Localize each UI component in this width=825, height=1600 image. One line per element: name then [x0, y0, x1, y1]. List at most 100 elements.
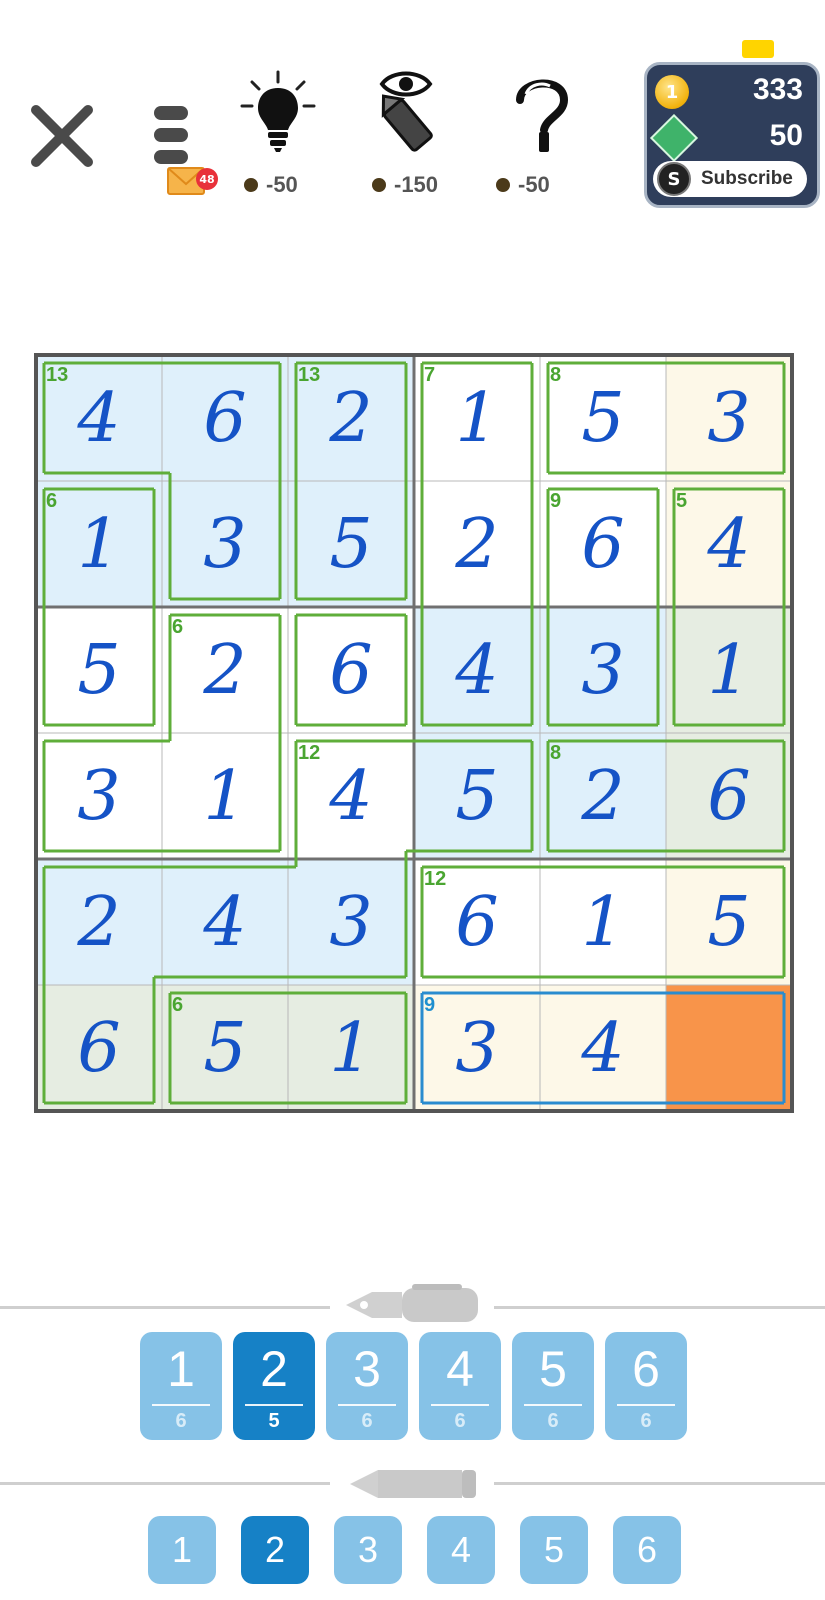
pen-key-divider: [338, 1404, 396, 1406]
pencil-key-1[interactable]: 1: [148, 1516, 216, 1584]
cell-2-2[interactable]: [288, 607, 414, 733]
mail-button[interactable]: [166, 164, 226, 208]
pen-key-3[interactable]: 36: [326, 1332, 408, 1440]
pencil-mode-icon: [350, 1470, 476, 1498]
cell-1-1[interactable]: [162, 481, 288, 607]
pencil-key-6[interactable]: 6: [613, 1516, 681, 1584]
cell-4-5[interactable]: [666, 859, 792, 985]
cell-4-0[interactable]: [36, 859, 162, 985]
cell-3-3[interactable]: [414, 733, 540, 859]
question-magnifier-icon: [516, 79, 569, 152]
pen-key-4[interactable]: 46: [419, 1332, 501, 1440]
pen-key-remaining: 6: [640, 1410, 652, 1432]
cell-0-2[interactable]: [288, 355, 414, 481]
mail-count-badge: 48: [196, 168, 218, 190]
pen-key-1[interactable]: 16: [140, 1332, 222, 1440]
cell-2-0[interactable]: [36, 607, 162, 733]
reveal-cost: -150: [372, 172, 438, 198]
pen-key-2[interactable]: 25: [233, 1332, 315, 1440]
pencil-number-pad: 123456: [148, 1516, 681, 1584]
subscribe-button[interactable]: S Subscribe: [653, 161, 807, 197]
check-button[interactable]: [492, 68, 592, 158]
reveal-button[interactable]: [356, 68, 456, 158]
pen-key-remaining: 6: [454, 1410, 466, 1432]
pen-key-divider: [524, 1404, 582, 1406]
cell-4-3[interactable]: [414, 859, 540, 985]
pen-key-divider: [152, 1404, 210, 1406]
cell-1-0[interactable]: [36, 481, 162, 607]
cell-3-4[interactable]: [540, 733, 666, 859]
cell-0-5[interactable]: [666, 355, 792, 481]
wallet-panel: 1 333 50 S Subscribe: [644, 62, 820, 208]
cell-2-3[interactable]: [414, 607, 540, 733]
divider: [0, 1482, 330, 1485]
pencil-key-2[interactable]: 2: [241, 1516, 309, 1584]
cell-0-4[interactable]: [540, 355, 666, 481]
cell-5-2[interactable]: [288, 985, 414, 1111]
cell-5-1[interactable]: [162, 985, 288, 1111]
cell-3-2[interactable]: [288, 733, 414, 859]
subscribe-icon: S: [657, 162, 691, 196]
cell-3-0[interactable]: [36, 733, 162, 859]
pen-key-digit: 2: [260, 1341, 288, 1397]
coin-balance: 333: [752, 73, 803, 106]
cell-4-1[interactable]: [162, 859, 288, 985]
pen-key-divider: [431, 1404, 489, 1406]
subscribe-label: Subscribe: [701, 168, 793, 189]
cell-4-4[interactable]: [540, 859, 666, 985]
coin-dot-icon: [496, 178, 510, 192]
cell-5-5[interactable]: [666, 985, 792, 1111]
cell-5-4[interactable]: [540, 985, 666, 1111]
cell-1-2[interactable]: [288, 481, 414, 607]
pen-number-pad: 162536465666: [140, 1332, 687, 1440]
cell-1-3[interactable]: [414, 481, 540, 607]
divider: [494, 1306, 825, 1309]
cell-5-3[interactable]: [414, 985, 540, 1111]
close-icon: [31, 105, 93, 167]
board-grid: [34, 353, 794, 1113]
pencil-key-4[interactable]: 4: [427, 1516, 495, 1584]
pen-key-digit: 6: [632, 1341, 660, 1397]
pen-key-5[interactable]: 56: [512, 1332, 594, 1440]
divider: [0, 1306, 330, 1309]
cell-0-0[interactable]: [36, 355, 162, 481]
coin-dot-icon: [372, 178, 386, 192]
close-button[interactable]: [22, 96, 102, 176]
pen-key-remaining: 5: [268, 1410, 280, 1432]
lightbulb-icon: [240, 70, 316, 152]
pen-key-digit: 3: [353, 1341, 381, 1397]
pencil-key-3[interactable]: 3: [334, 1516, 402, 1584]
wallet-tab: [742, 40, 774, 58]
pencil-key-5[interactable]: 5: [520, 1516, 588, 1584]
cell-4-2[interactable]: [288, 859, 414, 985]
pen-key-divider: [617, 1404, 675, 1406]
pen-key-6[interactable]: 66: [605, 1332, 687, 1440]
token-balance: 50: [769, 119, 803, 152]
killer-sudoku-board: 4 6 2 1 5 3 1 3 5 2 6 4 5 2 6 4 3 1 3 1 4 5 2 6 2 4 3 6 1 5 6 5 1 3 4 13 13 7…: [34, 353, 794, 1113]
menu-icon: [154, 106, 188, 120]
eye-pencil-icon: [379, 71, 433, 152]
top-toolbar: 48 -50 -150 -50 1 333 50 S Subscribe: [0, 0, 825, 230]
cell-3-5[interactable]: [666, 733, 792, 859]
pen-key-remaining: 6: [175, 1410, 187, 1432]
pen-key-remaining: 6: [361, 1410, 373, 1432]
cell-3-1[interactable]: [162, 733, 288, 859]
cell-2-4[interactable]: [540, 607, 666, 733]
cell-1-4[interactable]: [540, 481, 666, 607]
pen-key-digit: 4: [446, 1341, 474, 1397]
cell-5-0[interactable]: [36, 985, 162, 1111]
cell-0-3[interactable]: [414, 355, 540, 481]
cell-1-5[interactable]: [666, 481, 792, 607]
coin-icon: 1: [655, 75, 689, 109]
hint-cost: -50: [244, 172, 298, 198]
cell-2-1[interactable]: [162, 607, 288, 733]
pen-mode-icon: [346, 1284, 478, 1322]
token-icon: [649, 113, 699, 163]
check-cost: -50: [496, 172, 550, 198]
hint-button[interactable]: [228, 68, 328, 158]
menu-button[interactable]: [148, 100, 198, 172]
cell-0-1[interactable]: [162, 355, 288, 481]
pen-key-divider: [245, 1404, 303, 1406]
pen-key-digit: 1: [167, 1341, 195, 1397]
cell-2-5[interactable]: [666, 607, 792, 733]
